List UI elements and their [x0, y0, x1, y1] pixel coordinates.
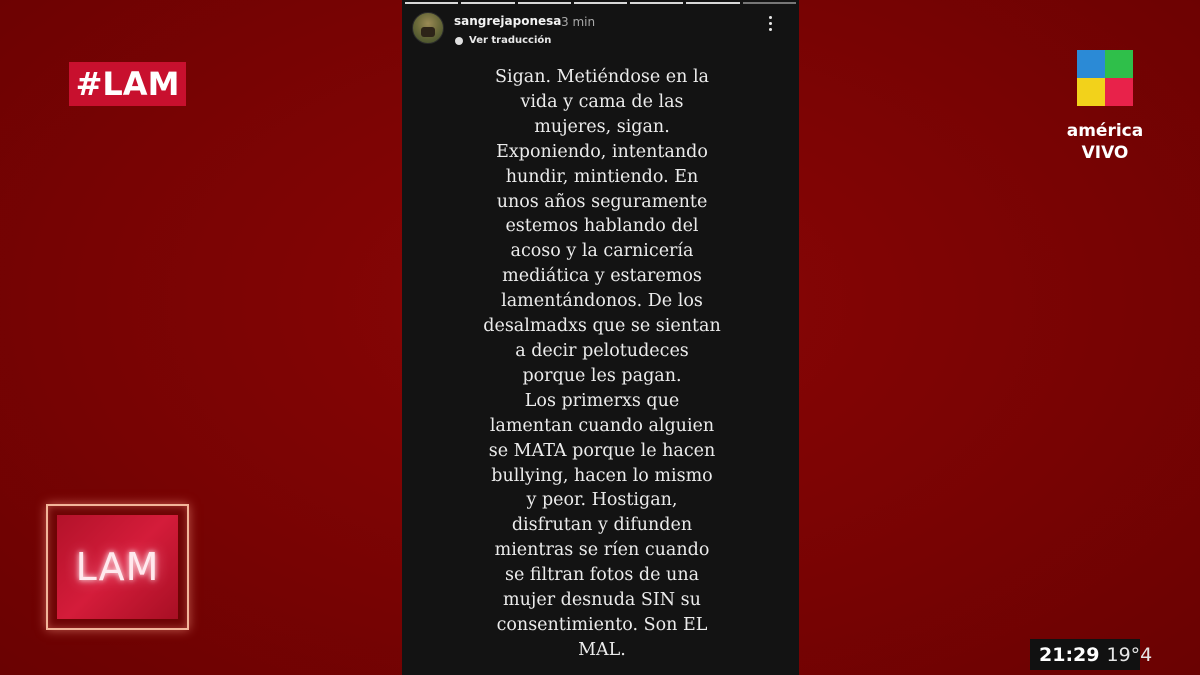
- message-line: lamentan cuando alguien: [489, 415, 715, 436]
- channel-logo: américa VIVO: [1060, 50, 1160, 170]
- story-progress-segment: [405, 2, 459, 4]
- clock-temperature: 19°4: [1106, 643, 1153, 666]
- message-line: mujer desnuda SIN su: [503, 590, 701, 611]
- show-logo-text: LAM: [75, 545, 160, 589]
- message-line: Sigan. Metiéndose en la: [494, 67, 709, 87]
- translate-link[interactable]: Ver traducción: [455, 35, 551, 46]
- message-line: acoso y la carnicería: [510, 241, 694, 262]
- instagram-story[interactable]: sangrejaponesa 3 min Ver traducción Siga…: [402, 0, 799, 675]
- clock-widget: 21:29 19°4: [1030, 639, 1152, 670]
- story-timestamp: 3 min: [561, 15, 596, 29]
- message-line: porque les pagan.: [522, 365, 682, 386]
- cube-red: [1105, 78, 1133, 106]
- channel-name-line2: VIVO: [1081, 143, 1129, 163]
- story-progress-segment: [630, 2, 684, 4]
- channel-cube-icon: [1077, 50, 1133, 106]
- message-line: mientras se ríen cuando: [494, 540, 710, 561]
- globe-icon: [455, 36, 463, 45]
- translate-label: Ver traducción: [469, 35, 552, 46]
- message-line: MAL.: [578, 639, 626, 660]
- message-line: se MATA porque le hacen: [488, 440, 716, 461]
- message-line: unos años seguramente: [496, 191, 708, 212]
- hashtag-banner: #LAM: [69, 62, 186, 106]
- vertical-ellipsis-icon[interactable]: [764, 16, 776, 36]
- message-line: consentimiento. Son EL: [496, 614, 708, 635]
- channel-name: américa VIVO: [1060, 120, 1150, 164]
- show-logo: LAM: [46, 504, 189, 630]
- message-line: estemos hablando del: [505, 216, 699, 237]
- story-username[interactable]: sangrejaponesa: [454, 14, 561, 28]
- show-logo-panel: LAM: [57, 515, 178, 619]
- clock-time: 21:29: [1039, 643, 1100, 666]
- story-progress-segment: [573, 2, 628, 4]
- message-line: bullying, hacen lo mismo: [491, 465, 713, 486]
- story-progress-segment: [742, 2, 796, 4]
- message-line: se filtran fotos de una: [504, 565, 700, 586]
- message-line: a decir pelotudeces: [515, 340, 689, 361]
- story-progress-segment: [461, 2, 515, 4]
- story-progress-segment: [517, 2, 571, 4]
- cube-yellow: [1077, 78, 1105, 106]
- story-message: Sigan. Metiéndose en la vida y cama de la…: [442, 65, 762, 663]
- message-line: Los primerxs que: [524, 390, 680, 411]
- message-line: y peor. Hostigan,: [526, 490, 678, 511]
- message-line: desalmadxs que se sientan: [483, 316, 721, 337]
- story-progress-bars: [405, 2, 796, 5]
- message-line: vida y cama de las: [520, 91, 684, 112]
- cube-green: [1105, 50, 1133, 78]
- message-line: lamentándonos. De los: [501, 291, 703, 312]
- message-line: mujeres, sigan.: [534, 116, 670, 137]
- message-line: mediática y estaremos: [502, 266, 702, 287]
- message-line: hundir, mintiendo. En: [505, 166, 699, 187]
- cube-blue: [1077, 50, 1105, 78]
- message-line: Exponiendo, intentando: [496, 141, 708, 162]
- avatar[interactable]: [412, 12, 444, 44]
- channel-name-line1: américa: [1066, 121, 1144, 141]
- story-progress-segment: [686, 2, 740, 4]
- message-line: disfrutan y difunden: [511, 515, 693, 536]
